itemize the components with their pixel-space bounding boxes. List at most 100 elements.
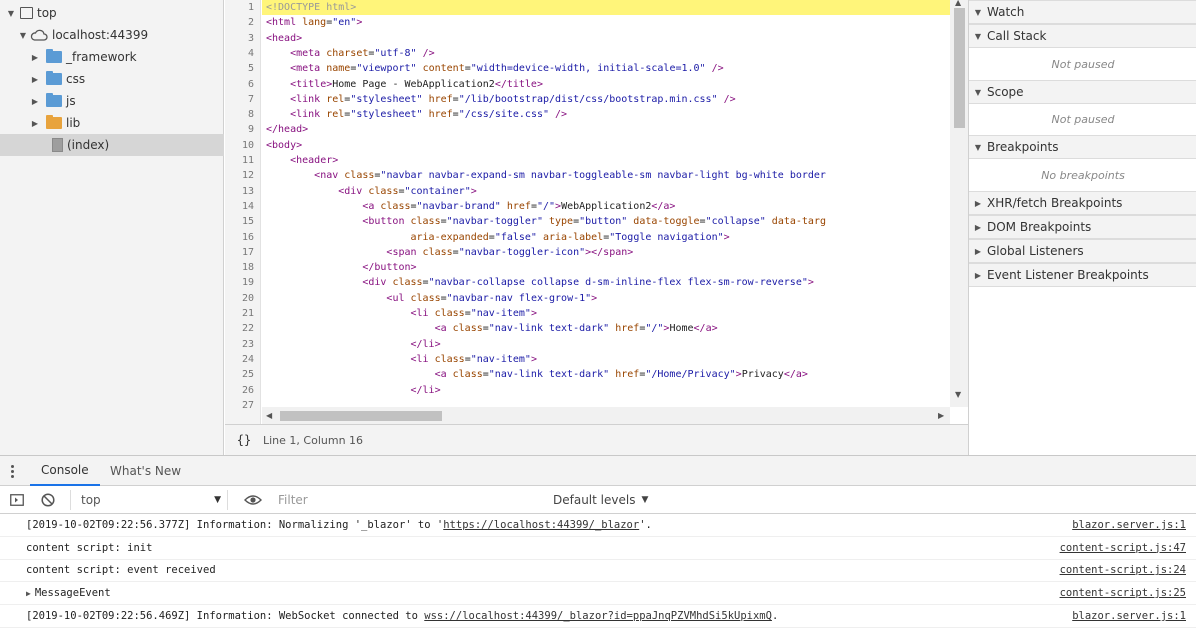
code-line[interactable]: <html lang="en"> [262,15,950,30]
line-number[interactable]: 25 [224,367,254,382]
section-header-dom-breakpoints[interactable]: ▶ DOM Breakpoints [969,215,1196,239]
chevron-right-icon[interactable]: ▶ [30,75,40,84]
code-line[interactable]: <title>Home Page - WebApplication2</titl… [262,77,950,92]
source-link[interactable]: content-script.js:24 [1060,564,1186,576]
code-line[interactable]: </button> [262,260,950,275]
line-number[interactable]: 2 [224,15,254,30]
chevron-right-icon[interactable]: ▶ [969,271,987,280]
expand-arrow-icon[interactable]: ▶ [26,589,31,598]
source-link[interactable]: blazor.server.js:1 [1072,610,1186,622]
chevron-right-icon[interactable]: ▶ [969,199,987,208]
code-line[interactable]: <meta charset="utf-8" /> [262,46,950,61]
horizontal-scrollbar[interactable]: ◀ ▶ [262,407,950,424]
scroll-right-arrow-icon[interactable]: ▶ [938,411,944,420]
tree-item-js[interactable]: ▶ js [0,90,224,112]
line-number[interactable]: 22 [224,321,254,336]
code-line[interactable]: <meta name="viewport" content="width=dev… [262,61,950,76]
section-header-xhr-fetch-breakpoints[interactable]: ▶ XHR/fetch Breakpoints [969,191,1196,215]
code-line[interactable]: </li> [262,337,950,352]
chevron-right-icon[interactable]: ▶ [969,223,987,232]
scroll-down-arrow-icon[interactable]: ▼ [955,390,961,399]
source-link[interactable]: content-script.js:47 [1060,542,1186,554]
line-number[interactable]: 24 [224,352,254,367]
code-editor[interactable]: 1 2 3 4 5 6 7 8 9 10 11 12 13 14 15 16 17 18 19 20 21 22 23 24 2… [225,0,968,455]
code-line[interactable]: <!DOCTYPE html> [262,0,950,16]
code-line[interactable]: </head> [262,122,950,137]
section-header-call-stack[interactable]: ▼ Call Stack [969,24,1196,48]
line-number[interactable]: 10 [224,138,254,153]
code-line[interactable]: <span class="navbar-toggler-icon"></span… [262,245,950,260]
line-number[interactable]: 21 [224,306,254,321]
line-number[interactable]: 18 [224,260,254,275]
tree-item-framework[interactable]: ▶ _framework [0,46,224,68]
line-number[interactable]: 27 [224,398,254,413]
chevron-right-icon[interactable]: ▶ [30,119,40,128]
chevron-down-icon[interactable]: ▼ [969,8,987,17]
code-line[interactable]: <li class="nav-item"> [262,352,950,367]
section-header-breakpoints[interactable]: ▼ Breakpoints [969,135,1196,159]
show-sidebar-icon[interactable] [10,494,24,506]
tree-item-lib[interactable]: ▶ lib [0,112,224,134]
section-header-event-listener-breakpoints[interactable]: ▶ Event Listener Breakpoints [969,263,1196,287]
code-line[interactable]: aria-expanded="false" aria-label="Toggle… [262,230,950,245]
code-line[interactable]: <button class="navbar-toggler" type="but… [262,214,950,229]
line-number[interactable]: 14 [224,199,254,214]
chevron-down-icon[interactable]: ▼ [6,9,16,18]
clear-console-icon[interactable] [41,493,55,507]
tab-console[interactable]: Console [30,456,100,486]
line-number[interactable]: 15 [224,214,254,229]
eye-icon[interactable] [244,494,262,506]
message-link[interactable]: https://localhost:44399/_blazor [443,519,639,531]
code-line[interactable]: <link rel="stylesheet" href="/lib/bootst… [262,92,950,107]
code-line[interactable]: <head> [262,31,950,46]
tree-item-index[interactable]: (index) [0,134,224,156]
vertical-scrollbar[interactable]: ▲ ▼ [950,0,968,407]
chevron-right-icon[interactable]: ▶ [30,53,40,62]
message-link[interactable]: wss://localhost:44399/_blazor?id=ppaJnqP… [424,610,772,622]
code-line[interactable]: <div class="container"> [262,184,950,199]
execution-context-select[interactable]: top ▼ [70,490,228,510]
console-filter-input[interactable] [278,491,538,509]
line-number[interactable]: 17 [224,245,254,260]
line-number[interactable]: 13 [224,184,254,199]
line-number[interactable]: 5 [224,61,254,76]
line-number[interactable]: 8 [224,107,254,122]
line-number-gutter[interactable]: 1 2 3 4 5 6 7 8 9 10 11 12 13 14 15 16 17 18 19 20 21 22 23 24 2… [225,0,261,424]
tree-item-top[interactable]: ▼ top [0,2,224,24]
code-line[interactable]: <body> [262,138,950,153]
code-line[interactable]: <header> [262,153,950,168]
code-content[interactable]: <!DOCTYPE html> <html lang="en"> <head> <m… [262,0,950,407]
tree-item-localhost[interactable]: ▼ localhost:44399 [0,24,224,46]
line-number[interactable]: 11 [224,153,254,168]
scroll-up-arrow-icon[interactable]: ▲ [955,0,961,7]
source-link[interactable]: blazor.server.js:1 [1072,519,1186,531]
chevron-right-icon[interactable]: ▶ [969,247,987,256]
line-number[interactable]: 4 [224,46,254,61]
line-number[interactable]: 9 [224,122,254,137]
line-number[interactable]: 26 [224,383,254,398]
section-header-watch[interactable]: ▼ Watch [969,0,1196,24]
line-number[interactable]: 7 [224,92,254,107]
line-number[interactable]: 20 [224,291,254,306]
more-options-icon[interactable] [11,465,15,480]
pretty-print-icon[interactable]: {} [225,433,263,447]
horizontal-scroll-thumb[interactable] [280,411,442,421]
scroll-left-arrow-icon[interactable]: ◀ [266,411,272,420]
code-line[interactable]: <div class="navbar-collapse collapse d-s… [262,275,950,290]
code-line[interactable]: <li class="nav-item"> [262,306,950,321]
line-number[interactable]: 19 [224,275,254,290]
chevron-down-icon[interactable]: ▼ [969,143,987,152]
line-number[interactable]: 3 [224,31,254,46]
tree-item-css[interactable]: ▶ css [0,68,224,90]
chevron-down-icon[interactable]: ▼ [969,88,987,97]
tab-whats-new[interactable]: What's New [110,456,181,486]
code-line[interactable]: <link rel="stylesheet" href="/css/site.c… [262,107,950,122]
code-line[interactable] [262,398,950,407]
chevron-down-icon[interactable]: ▼ [969,32,987,41]
code-line[interactable]: <a class="nav-link text-dark" href="/Hom… [262,367,950,382]
line-number[interactable]: 23 [224,337,254,352]
line-number[interactable]: 1 [224,0,254,15]
line-number[interactable]: 16 [224,230,254,245]
code-line[interactable]: </li> [262,383,950,398]
line-number[interactable]: 12 [224,168,254,183]
